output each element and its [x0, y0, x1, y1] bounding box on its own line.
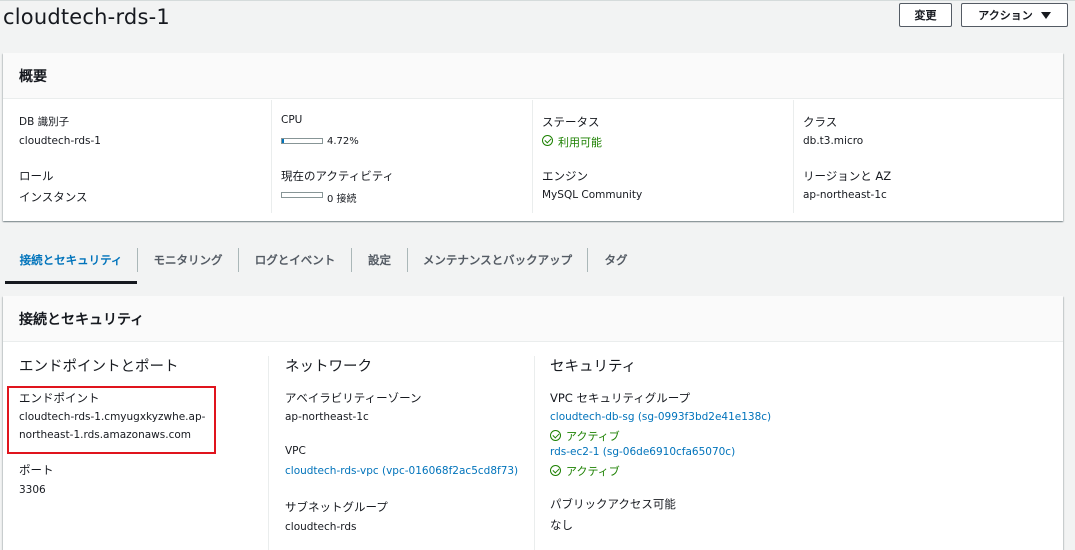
column-divider — [534, 356, 535, 550]
page-title: cloudtech-rds-1 — [3, 5, 170, 29]
status-value: 利用可能 — [558, 136, 602, 149]
activity-label: 現在のアクティビティ — [281, 169, 395, 183]
tab-configuration[interactable]: 設定 — [352, 240, 407, 280]
network-title: ネットワーク — [285, 359, 372, 375]
endpoint-highlight-box — [7, 386, 216, 454]
availability-zone-value: ap-northeast-1c — [285, 411, 369, 423]
summary-col-cpu: CPU 4.72% 現在のアクティビティ 0 接続 — [271, 100, 532, 213]
role-value: インスタンス — [19, 190, 88, 204]
endpoint-port-title: エンドポイントとポート — [19, 359, 179, 375]
tab-connectivity-security[interactable]: 接続とセキュリティ — [5, 240, 137, 280]
status-label: ステータス — [542, 115, 600, 129]
engine-label: エンジン — [542, 169, 588, 183]
security-group-link-2[interactable]: rds-ec2-1 (sg-06de6910cfa65070c) — [550, 446, 735, 458]
top-divider — [0, 0, 1075, 1]
class-value: db.t3.micro — [803, 135, 864, 147]
sg1-status: アクティブ — [566, 430, 620, 443]
sg2-active-icon — [550, 465, 561, 476]
summary-col-status: ステータス 利用可能 エンジン MySQL Community — [532, 100, 793, 213]
tab-logs-events[interactable]: ログとイベント — [239, 240, 351, 280]
db-identifier-value: cloudtech-rds-1 — [19, 135, 101, 147]
summary-heading: 概要 — [3, 53, 1063, 99]
cpu-value: 4.72% — [327, 136, 359, 147]
activity-meter — [281, 192, 323, 198]
tab-maintenance-backup[interactable]: メンテナンスとバックアップ — [408, 240, 587, 280]
public-access-value: なし — [550, 518, 573, 532]
column-divider — [268, 356, 269, 550]
engine-value: MySQL Community — [542, 189, 643, 201]
vpc-label: VPC — [285, 445, 306, 457]
security-title: セキュリティ — [550, 359, 637, 375]
status-ok-icon — [542, 135, 553, 146]
region-label: リージョンと AZ — [803, 169, 892, 183]
summary-col-class: クラス db.t3.micro リージョンと AZ ap-northeast-1… — [793, 100, 1063, 213]
port-label: ポート — [19, 463, 54, 477]
actions-dropdown-button[interactable]: アクション — [961, 3, 1068, 27]
port-value: 3306 — [19, 484, 46, 496]
caret-down-icon — [1040, 11, 1051, 19]
tab-monitoring[interactable]: モニタリング — [138, 240, 238, 280]
cpu-meter-fill — [282, 139, 284, 143]
subnet-group-value: cloudtech-rds — [285, 521, 357, 533]
activity-value: 0 接続 — [327, 194, 357, 205]
modify-button-label: 変更 — [914, 9, 937, 22]
cpu-label: CPU — [281, 114, 303, 126]
cpu-meter — [281, 138, 323, 144]
vpc-link[interactable]: cloudtech-rds-vpc (vpc-016068f2ac5cd8f73… — [285, 465, 518, 477]
connectivity-security-heading: 接続とセキュリティ — [3, 296, 1063, 342]
vpc-security-groups-label: VPC セキュリティグループ — [550, 391, 691, 405]
availability-zone-label: アベイラビリティーゾーン — [285, 391, 422, 405]
security-group-link-1[interactable]: cloudtech-db-sg (sg-0993f3bd2e41e138c) — [550, 411, 771, 423]
role-label: ロール — [19, 169, 54, 183]
summary-panel: 概要 DB 識別子 cloudtech-rds-1 ロール インスタンス CPU… — [3, 53, 1063, 221]
sg1-active-icon — [550, 430, 561, 441]
db-identifier-label: DB 識別子 — [19, 116, 70, 128]
active-tab-indicator — [5, 281, 137, 284]
modify-button[interactable]: 変更 — [899, 3, 952, 27]
actions-button-label: アクション — [978, 9, 1033, 22]
subnet-group-label: サブネットグループ — [285, 500, 388, 514]
public-access-label: パブリックアクセス可能 — [550, 497, 676, 511]
region-value: ap-northeast-1c — [803, 189, 887, 201]
sg2-status: アクティブ — [566, 465, 620, 478]
tab-tags[interactable]: タグ — [588, 240, 644, 280]
class-label: クラス — [803, 115, 838, 129]
detail-tabs: 接続とセキュリティ モニタリング ログとイベント 設定 メンテナンスとバックアッ… — [5, 240, 1070, 284]
summary-col-identifier: DB 識別子 cloudtech-rds-1 ロール インスタンス — [3, 100, 271, 213]
